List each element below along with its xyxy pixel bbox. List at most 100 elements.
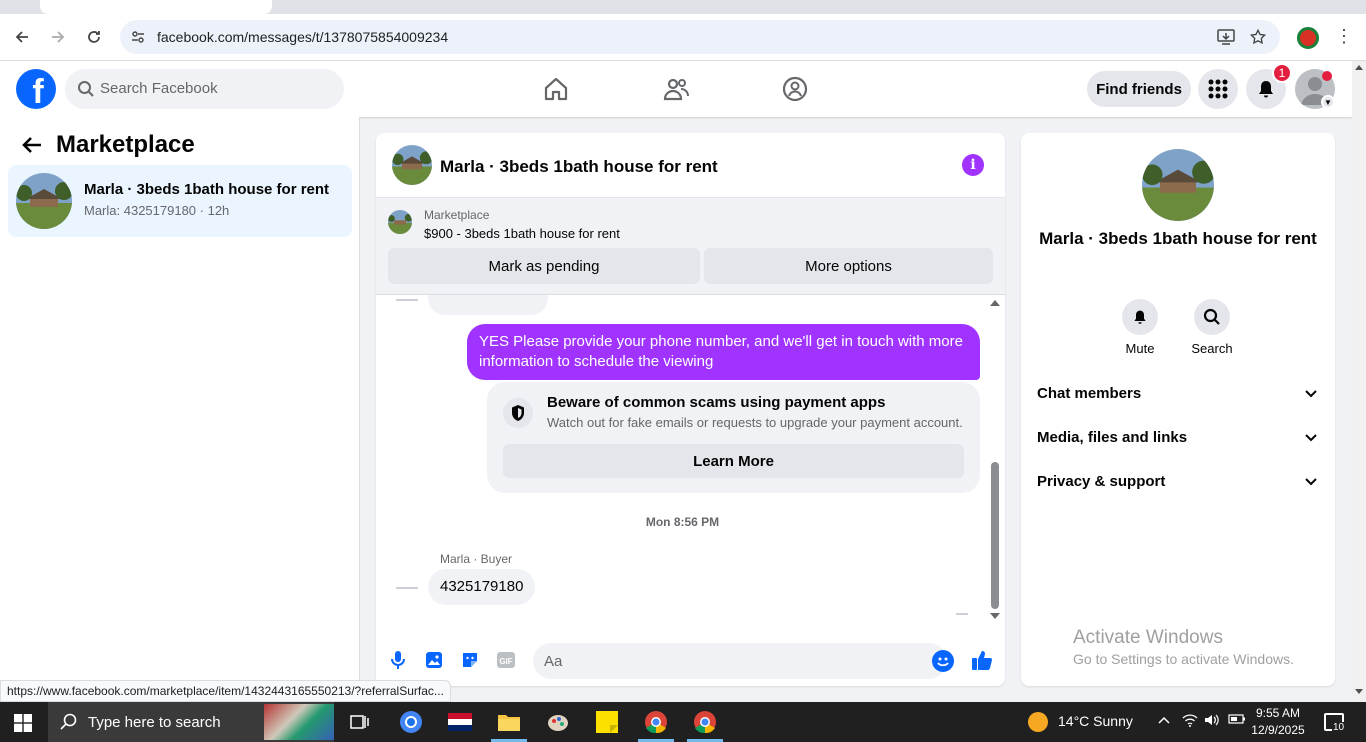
install-app-icon[interactable] — [1215, 26, 1237, 48]
taskbar-clock[interactable]: 9:55 AM 12/9/2025 — [1250, 705, 1306, 739]
scroll-thumb[interactable] — [991, 462, 999, 609]
shield-icon — [503, 398, 533, 428]
chrome-profile-2-icon[interactable] — [691, 708, 719, 736]
sun-weather-icon[interactable] — [1028, 712, 1048, 732]
site-info-icon[interactable] — [128, 27, 148, 47]
listing-banner: Marketplace $900 - 3beds 1bath house for… — [376, 198, 1005, 295]
search-highlight-illustration — [264, 704, 334, 740]
photo-icon[interactable] — [422, 648, 446, 672]
chat-members-section[interactable]: Chat members — [1037, 381, 1319, 409]
browser-tab-active[interactable] — [40, 0, 272, 14]
privacy-support-section[interactable]: Privacy & support — [1037, 469, 1319, 497]
browser-menu-icon[interactable]: ⋮ — [1334, 26, 1354, 50]
task-view-icon[interactable] — [346, 708, 374, 736]
listing-label: Marketplace — [424, 208, 490, 222]
gif-icon[interactable]: GIF — [494, 648, 518, 672]
search-icon — [1194, 299, 1230, 335]
message-input[interactable]: Aa — [533, 643, 954, 679]
facebook-header: f Search Facebook Find friends 1 ▼ — [0, 61, 1352, 117]
scroll-up-arrow-icon[interactable] — [990, 300, 1000, 306]
taskbar-search-placeholder: Type here to search — [88, 714, 221, 731]
find-friends-button[interactable]: Find friends — [1087, 71, 1191, 107]
svg-text:GIF: GIF — [499, 657, 512, 666]
listing-thumbnail[interactable] — [388, 210, 412, 234]
activate-windows-title: Activate Windows — [1073, 627, 1223, 648]
outgoing-message: YES Please provide your phone number, an… — [467, 324, 980, 380]
scam-warning-title: Beware of common scams using payment app… — [547, 394, 886, 411]
conversation-name: Marla · 3beds 1bath house for rent — [84, 181, 330, 198]
forward-arrow-icon[interactable] — [43, 22, 73, 52]
taskbar-search-box[interactable]: Type here to search — [48, 702, 334, 742]
scroll-up-arrow-icon[interactable] — [1355, 65, 1363, 70]
sender-label: Marla · Buyer — [440, 552, 513, 566]
menu-grid-button[interactable] — [1198, 69, 1238, 109]
scroll-down-arrow-icon[interactable] — [990, 613, 1000, 619]
chevron-down-icon — [1305, 434, 1317, 442]
bookmark-star-icon[interactable] — [1247, 26, 1269, 48]
facebook-search-input[interactable]: Search Facebook — [65, 69, 344, 109]
weather-text[interactable]: 14°C Sunny — [1058, 713, 1133, 729]
address-bar[interactable]: facebook.com/messages/t/1378075854009234 — [120, 20, 1280, 54]
browser-tabstrip — [0, 0, 1366, 14]
home-icon[interactable] — [542, 75, 570, 103]
info-icon[interactable]: i — [962, 154, 984, 176]
media-files-links-section[interactable]: Media, files and links — [1037, 425, 1319, 453]
back-arrow-icon[interactable] — [7, 22, 37, 52]
link-preview-status: https://www.facebook.com/marketplace/ite… — [0, 680, 451, 702]
search-icon — [78, 81, 94, 97]
chat-header: Marla · 3beds 1bath house for rent i — [376, 133, 1005, 198]
message-scrollbar[interactable] — [989, 295, 1001, 630]
message-timestamp: Mon 8:56 PM — [645, 515, 720, 529]
search-in-chat-button[interactable]: Search — [1182, 299, 1242, 356]
chat-title[interactable]: Marla · 3beds 1bath house for rent — [440, 157, 718, 177]
browser-profile-avatar[interactable] — [1297, 27, 1319, 49]
chat-details-name: Marla · 3beds 1bath house for rent — [1039, 229, 1317, 248]
mark-as-pending-button[interactable]: Mark as pending — [388, 248, 700, 284]
listing-description[interactable]: $900 - 3beds 1bath house for rent — [424, 226, 620, 241]
bell-icon — [1122, 299, 1158, 335]
sticky-notes-icon[interactable] — [593, 708, 621, 736]
friends-icon[interactable] — [662, 75, 690, 103]
windows-start-icon[interactable] — [14, 714, 32, 732]
reload-icon[interactable] — [79, 22, 109, 52]
more-options-button[interactable]: More options — [704, 248, 993, 284]
microphone-icon[interactable] — [386, 648, 410, 672]
section-title: Privacy & support — [1037, 473, 1166, 490]
learn-more-button[interactable]: Learn More — [503, 444, 964, 478]
url-text: facebook.com/messages/t/1378075854009234 — [157, 29, 449, 45]
scroll-down-arrow-icon[interactable] — [1355, 689, 1363, 694]
clock-time: 9:55 AM — [1255, 706, 1301, 720]
read-receipt — [956, 613, 968, 615]
scam-warning-body: Watch out for fake emails or requests to… — [547, 415, 963, 430]
flag-app-icon[interactable] — [446, 708, 474, 736]
page-scrollbar[interactable] — [1352, 61, 1366, 702]
bell-icon — [1259, 81, 1273, 98]
sticker-icon[interactable] — [458, 648, 482, 672]
chrome-taskbar-icon[interactable] — [397, 708, 425, 736]
facebook-logo-icon[interactable]: f — [16, 69, 56, 109]
chevron-down-icon[interactable]: ▼ — [1321, 95, 1335, 109]
house-thumbnail — [16, 173, 72, 229]
chrome-profile-1-icon[interactable] — [642, 708, 670, 736]
chat-panel: Marla · 3beds 1bath house for rent i Mar… — [376, 133, 1005, 686]
file-explorer-icon[interactable] — [495, 708, 523, 736]
thumbs-up-icon[interactable] — [970, 648, 994, 672]
account-alert-dot — [1322, 71, 1332, 81]
chevron-up-icon[interactable] — [1158, 713, 1170, 728]
volume-icon[interactable] — [1204, 713, 1220, 730]
conversation-item[interactable]: Marla · 3beds 1bath house for rent Marla… — [8, 165, 352, 237]
groups-icon[interactable] — [781, 75, 809, 103]
paint-app-icon[interactable] — [544, 708, 572, 736]
battery-icon[interactable] — [1228, 713, 1246, 728]
back-arrow-icon[interactable] — [20, 133, 44, 157]
mute-button[interactable]: Mute — [1110, 299, 1170, 356]
chat-details-avatar[interactable] — [1142, 149, 1214, 221]
mute-label: Mute — [1125, 341, 1155, 356]
emoji-icon[interactable] — [932, 650, 954, 672]
chat-avatar[interactable] — [392, 145, 432, 185]
section-title: Media, files and links — [1037, 429, 1188, 446]
chat-details-panel: Marla · 3beds 1bath house for rent Mute … — [1021, 133, 1335, 686]
chevron-down-icon — [1305, 478, 1317, 486]
section-title: Chat members — [1037, 385, 1142, 402]
wifi-icon[interactable] — [1182, 713, 1198, 730]
